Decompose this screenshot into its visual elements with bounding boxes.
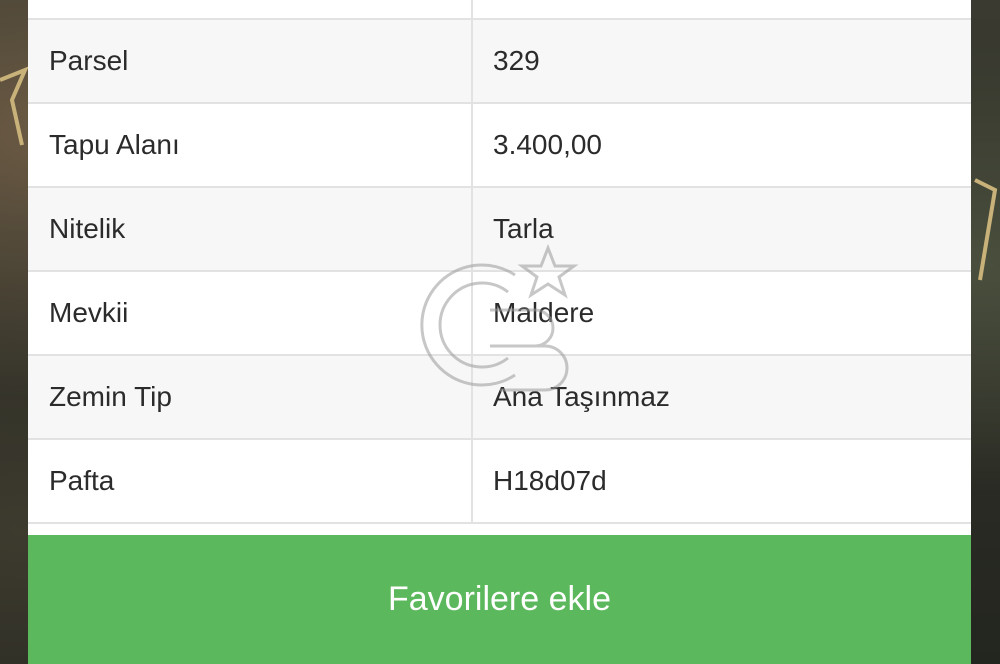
table-cell-value	[473, 0, 971, 18]
nitelik-label: Nitelik	[28, 188, 473, 270]
parcel-info-table: Parsel 329 Tapu Alanı 3.400,00 Nitelik T…	[28, 0, 971, 524]
tapu-alani-label: Tapu Alanı	[28, 104, 473, 186]
table-row-parsel: Parsel 329	[28, 20, 971, 104]
parsel-label: Parsel	[28, 20, 473, 102]
table-row-top-partial	[28, 0, 971, 20]
table-row-pafta: Pafta H18d07d	[28, 440, 971, 524]
zemin-tip-label: Zemin Tip	[28, 356, 473, 438]
tapu-alani-value: 3.400,00	[493, 129, 602, 160]
mevkii-label: Mevkii	[28, 272, 473, 354]
pafta-value: H18d07d	[493, 465, 607, 496]
table-row-mevkii: Mevkii Maldere	[28, 272, 971, 356]
table-row-tapu-alani: Tapu Alanı 3.400,00	[28, 104, 971, 188]
zemin-tip-value: Ana Taşınmaz	[493, 381, 670, 412]
table-row-zemin-tip: Zemin Tip Ana Taşınmaz	[28, 356, 971, 440]
mevkii-value: Maldere	[493, 297, 595, 328]
parcel-details-card: Parsel 329 Tapu Alanı 3.400,00 Nitelik T…	[28, 0, 971, 664]
add-to-favorites-button[interactable]: Favorilere ekle	[28, 535, 971, 664]
pafta-label: Pafta	[28, 440, 473, 522]
parsel-value: 329	[493, 45, 540, 76]
nitelik-value: Tarla	[493, 213, 554, 244]
table-cell-label	[28, 0, 473, 18]
table-row-nitelik: Nitelik Tarla	[28, 188, 971, 272]
